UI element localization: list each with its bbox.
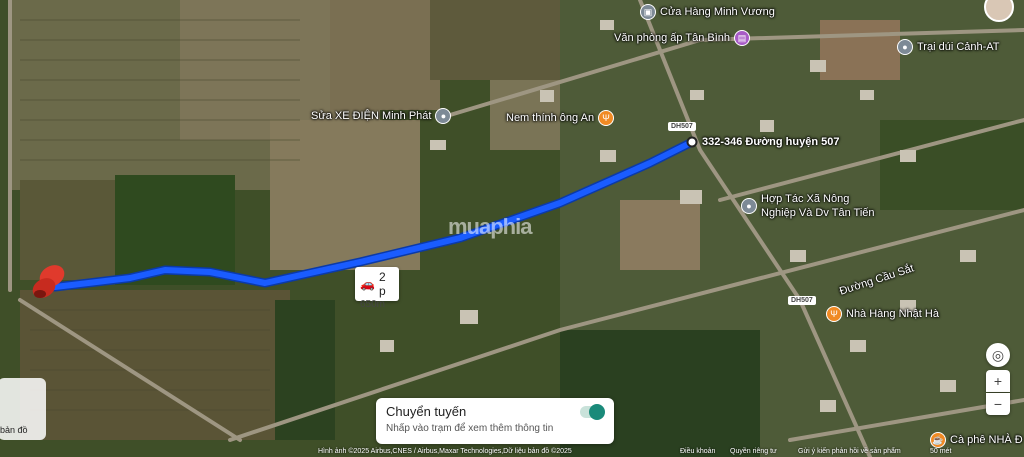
cup-icon: ☕	[930, 432, 946, 448]
poi-cua-hang-minh-vuong[interactable]: ▣ Cửa Hàng Minh Vương	[640, 4, 775, 20]
scale-label: 50 mét	[930, 448, 952, 455]
poi-van-phong-ap-tan-binh[interactable]: Văn phòng ấp Tân Bình ▤	[614, 30, 751, 46]
transit-subtitle: Nhấp vào trạm để xem thêm thông tin	[386, 423, 554, 434]
watermark: muaphia	[448, 214, 532, 239]
pin-icon: ●	[435, 108, 452, 124]
crosshair-icon: ◎	[991, 346, 1005, 363]
transit-layer-card[interactable]: Chuyển tuyến Nhấp vào trạm để xem thêm t…	[376, 398, 614, 444]
route-info-badge[interactable]: 🚗 2 p 650m	[355, 267, 399, 310]
zoom-out-button[interactable]: −	[986, 393, 1010, 415]
layers-label: bản đồ	[0, 425, 28, 435]
privacy-link[interactable]: Quyền riêng tư	[730, 448, 777, 455]
route-duration: 2 p	[378, 270, 386, 298]
poi-nem-thinh-ong-an[interactable]: Nem thính ông An Ψ	[506, 110, 615, 126]
car-icon: 🚗	[360, 277, 375, 291]
poi-sua-xe-dien-minh-phat[interactable]: Sửa XE ĐIỆN Minh Phát ●	[311, 108, 452, 124]
transit-title: Chuyển tuyến	[386, 404, 467, 419]
poi-trai-dui-canh-at[interactable]: ● Trại dúi Cảnh-AT	[897, 39, 1000, 55]
route-distance: 650m	[360, 299, 386, 310]
bag-icon: ▣	[640, 4, 656, 20]
attribution-bar: Hình ảnh ©2025 Airbus,CNES / Airbus,Maxa…	[0, 447, 1024, 457]
building-icon: ▤	[734, 30, 751, 46]
imagery-attribution: Hình ảnh ©2025 Airbus,CNES / Airbus,Maxa…	[318, 448, 572, 455]
feedback-link[interactable]: Gửi ý kiến phản hồi về sản phẩm	[798, 448, 901, 455]
my-location-button[interactable]: ◎	[986, 343, 1010, 367]
toggle-knob	[589, 404, 605, 420]
terms-link[interactable]: Điều khoản	[680, 448, 715, 455]
road-shield-dh507: DH507	[668, 122, 696, 131]
poi-nha-hang-nhat-ha[interactable]: Ψ Nhà Hàng Nhật Hà	[826, 306, 939, 322]
road-shield-dh507: DH507	[788, 296, 816, 305]
pin-icon: ●	[897, 39, 913, 55]
fork-icon: Ψ	[826, 306, 842, 322]
destination-label[interactable]: 332-346 Đường huyện 507	[702, 136, 839, 148]
transit-toggle[interactable]	[580, 404, 605, 420]
poi-ca-phe[interactable]: ☕ Cà phê NHÀ Đ	[930, 432, 1023, 448]
pin-icon: ●	[741, 198, 757, 214]
zoom-in-button[interactable]: +	[986, 370, 1010, 392]
fork-icon: Ψ	[598, 110, 615, 126]
destination-dot	[686, 136, 698, 148]
poi-hop-tac-xa[interactable]: ● Hợp Tác Xã Nông Nghiệp Và Dv Tân Tiến	[741, 192, 881, 220]
